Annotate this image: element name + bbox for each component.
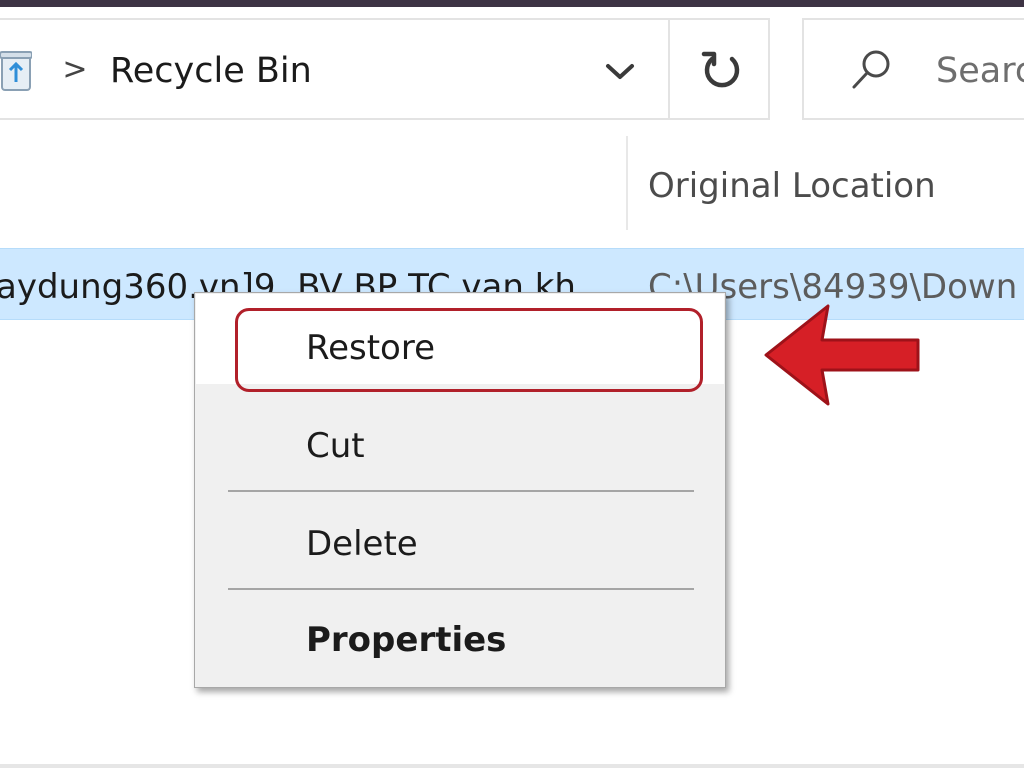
menu-item-properties[interactable]: Properties [306, 614, 506, 666]
breadcrumb-recycle-bin[interactable]: Recycle Bin [110, 46, 312, 96]
menu-item-restore[interactable]: Restore [306, 322, 435, 374]
red-arrow-annotation [764, 304, 920, 406]
menu-item-delete[interactable]: Delete [306, 518, 418, 570]
search-icon[interactable] [848, 46, 894, 94]
column-divider[interactable] [626, 136, 628, 230]
menu-item-cut[interactable]: Cut [306, 420, 365, 472]
menu-separator [228, 588, 694, 590]
breadcrumb-separator: > [62, 52, 88, 87]
search-input[interactable]: Searc [936, 46, 1024, 96]
column-header-original-location[interactable]: Original Location [648, 160, 936, 212]
menu-separator [228, 490, 694, 492]
window-bottom-border [0, 764, 1024, 768]
recycle-bin-icon [0, 51, 32, 91]
address-bar-divider [668, 20, 670, 118]
refresh-icon[interactable] [690, 42, 754, 100]
window-title-strip [0, 0, 1024, 7]
chevron-down-icon[interactable] [592, 46, 648, 96]
